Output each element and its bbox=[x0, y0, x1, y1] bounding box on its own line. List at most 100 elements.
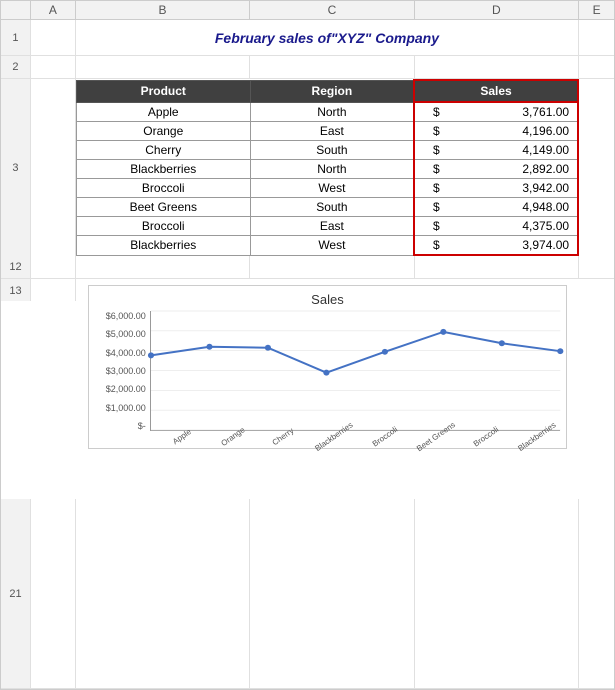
cell-12e bbox=[579, 256, 614, 278]
x-axis-labels: AppleOrangeCherryBlackberriesBroccoliBee… bbox=[95, 433, 560, 442]
table-row-sales: $3,974.00 bbox=[414, 236, 578, 256]
cell-12b bbox=[76, 256, 250, 278]
y-axis-label: $5,000.00 bbox=[106, 329, 146, 339]
sales-value: 3,974.00 bbox=[522, 238, 569, 252]
chart-plot bbox=[150, 311, 560, 431]
y-axis-label: $- bbox=[138, 421, 146, 431]
row-num-21: 21 bbox=[1, 499, 31, 688]
sales-value: 4,375.00 bbox=[522, 219, 569, 233]
cell-3e bbox=[579, 79, 614, 256]
table-row: Orange bbox=[76, 122, 250, 141]
sales-value: 3,761.00 bbox=[522, 105, 569, 119]
cell-2d bbox=[415, 56, 579, 78]
table-row-sales: $2,892.00 bbox=[414, 160, 578, 179]
cell-2a bbox=[31, 56, 76, 78]
dollar-sign: $ bbox=[433, 181, 440, 195]
dollar-sign: $ bbox=[433, 143, 440, 157]
chart-dot bbox=[265, 345, 271, 351]
table-row: Cherry bbox=[76, 141, 250, 160]
dollar-sign: $ bbox=[433, 200, 440, 214]
chart-dot bbox=[499, 340, 505, 346]
y-axis-label: $1,000.00 bbox=[106, 403, 146, 413]
cell-1a bbox=[31, 20, 76, 55]
spreadsheet-title: February sales of"XYZ" Company bbox=[211, 26, 443, 50]
table-row: West bbox=[250, 179, 414, 198]
row-1: 1 February sales of"XYZ" Company bbox=[1, 20, 614, 56]
cell-3a bbox=[31, 79, 76, 256]
table-row-sales: $4,196.00 bbox=[414, 122, 578, 141]
cell-21c bbox=[250, 499, 414, 688]
table-row: South bbox=[250, 198, 414, 217]
dollar-sign: $ bbox=[433, 162, 440, 176]
table-row: Apple bbox=[76, 102, 250, 122]
spreadsheet: A B C D E 1 February sales of"XYZ" Compa… bbox=[0, 0, 615, 690]
y-axis-label: $3,000.00 bbox=[106, 366, 146, 376]
chart-title: Sales bbox=[95, 292, 560, 307]
cell-12c bbox=[250, 256, 414, 278]
chart-area: $6,000.00 $5,000.00 $4,000.00 $3,000.00 $2,0… bbox=[95, 311, 560, 431]
sales-value: 4,149.00 bbox=[522, 143, 569, 157]
cell-2c bbox=[250, 56, 414, 78]
row-num-1: 1 bbox=[1, 20, 31, 55]
col-header-d: D bbox=[415, 1, 579, 19]
table-row: North bbox=[250, 102, 414, 122]
table-row: Broccoli bbox=[76, 217, 250, 236]
y-axis-label: $6,000.00 bbox=[106, 311, 146, 321]
table-row: North bbox=[250, 160, 414, 179]
header-sales: Sales bbox=[414, 80, 578, 102]
col-header-a: A bbox=[31, 1, 76, 19]
cell-chart-a bbox=[31, 279, 76, 301]
table-row-sales: $4,948.00 bbox=[414, 198, 578, 217]
chart-line bbox=[151, 332, 560, 373]
chart-dot bbox=[323, 370, 329, 376]
cell-21a bbox=[31, 499, 76, 688]
chart-dot bbox=[148, 352, 154, 358]
sales-value: 3,942.00 bbox=[522, 181, 569, 195]
cell-2b bbox=[76, 56, 250, 78]
col-header-e: E bbox=[579, 1, 614, 19]
table-row: Broccoli bbox=[76, 179, 250, 198]
col-header-b: B bbox=[76, 1, 250, 19]
line-chart-svg bbox=[151, 311, 560, 430]
chart-container: Sales $6,000.00 $5,000.00 $4,000.00 $3,000.… bbox=[88, 285, 567, 449]
cell-1e bbox=[579, 20, 614, 55]
chart-row: 13 Sales $6,000.00 $5,000.00 $4,000.00 $3,0… bbox=[1, 279, 614, 499]
table-row: Blackberries bbox=[76, 160, 250, 179]
chart-dot bbox=[206, 344, 212, 350]
dollar-sign: $ bbox=[433, 105, 440, 119]
table-row-sales: $3,942.00 bbox=[414, 179, 578, 198]
col-header-c: C bbox=[250, 1, 414, 19]
corner-cell bbox=[1, 1, 31, 19]
table-row: East bbox=[250, 217, 414, 236]
column-headers: A B C D E bbox=[1, 1, 614, 20]
row-num-3: 3 bbox=[1, 79, 31, 256]
cell-21b bbox=[76, 499, 250, 688]
dollar-sign: $ bbox=[433, 124, 440, 138]
table-row-sales: $3,761.00 bbox=[414, 102, 578, 122]
cell-12d bbox=[415, 256, 579, 278]
cell-12a bbox=[31, 256, 76, 278]
table-row: West bbox=[250, 236, 414, 256]
cell-chart-e bbox=[579, 279, 614, 301]
cell-2e bbox=[579, 56, 614, 78]
row-num-13: 13 bbox=[1, 279, 31, 301]
y-axis-label: $2,000.00 bbox=[106, 384, 146, 394]
dollar-sign: $ bbox=[433, 238, 440, 252]
y-axis-label: $4,000.00 bbox=[106, 348, 146, 358]
table-row-sales: $4,149.00 bbox=[414, 141, 578, 160]
table-row: East bbox=[250, 122, 414, 141]
chart-dot bbox=[440, 329, 446, 335]
row-12: 12 bbox=[1, 256, 614, 279]
header-product: Product bbox=[76, 80, 250, 102]
sales-value: 4,948.00 bbox=[522, 200, 569, 214]
sales-value: 2,892.00 bbox=[522, 162, 569, 176]
table-row-sales: $4,375.00 bbox=[414, 217, 578, 236]
dollar-sign: $ bbox=[433, 219, 440, 233]
cell-21d bbox=[415, 499, 579, 688]
row-3: 3 Product Region Sales AppleNorth$3,761.… bbox=[1, 79, 614, 256]
cell-21e bbox=[579, 499, 614, 688]
cell-1-title: February sales of"XYZ" Company bbox=[76, 20, 579, 55]
table-row: Beet Greens bbox=[76, 198, 250, 217]
table-row: South bbox=[250, 141, 414, 160]
table-row: Blackberries bbox=[76, 236, 250, 256]
